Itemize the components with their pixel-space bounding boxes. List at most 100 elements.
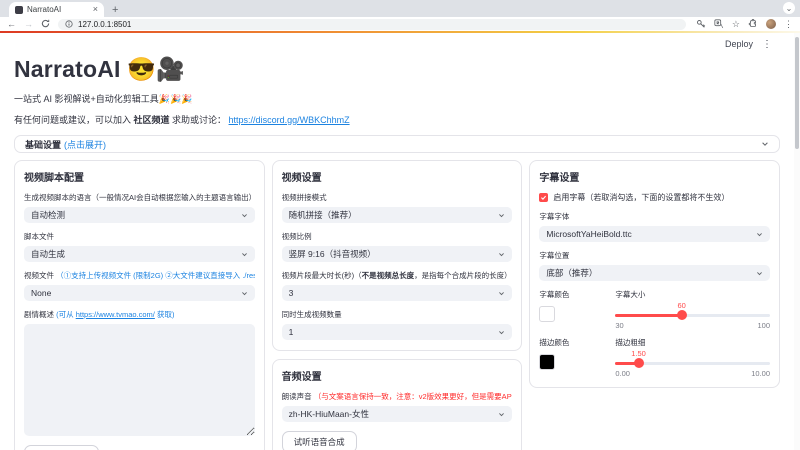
voice-select[interactable]: zh-HK-HiuMaan-女性 xyxy=(282,406,513,422)
language-value: 自动检测 xyxy=(31,209,65,221)
address-bar[interactable]: 127.0.0.1:8501 xyxy=(58,19,686,30)
streamlit-header: Deploy ⋮ xyxy=(14,37,786,51)
subtitle-font-value: MicrosoftYaHeiBold.ttc xyxy=(546,229,631,239)
subtitle-size-slider[interactable]: 60 30 100 xyxy=(615,301,770,329)
stroke-color-label: 描边颜色 xyxy=(539,337,603,348)
discord-link[interactable]: https://discord.gg/WBKChhmZ xyxy=(229,115,350,125)
voice-label: 朗读声音 （与文案语言保持一致，注意：v2版效果更好，但是需要API KEY） xyxy=(282,391,513,402)
url-text[interactable]: 127.0.0.1:8501 xyxy=(78,20,131,29)
column-subtitle: 字幕设置 启用字幕（若取消勾选，下面的设置都将不生效） 字幕字体 Microso… xyxy=(529,160,780,388)
stroke-width-slider[interactable]: 1.50 0.00 10.00 xyxy=(615,349,770,377)
chevron-down-icon xyxy=(498,411,505,418)
clip-duration-select[interactable]: 3 xyxy=(282,285,513,301)
app-menu-icon[interactable]: ⋮ xyxy=(762,39,772,50)
column-script: 视频脚本配置 生成视频脚本的语言（一般情况AI会自动根据您输入的主题语言输出） … xyxy=(14,160,265,450)
clip-duration-value: 3 xyxy=(289,288,294,298)
plot-label: 剧情概述 (可从 https://www.tvmao.com/ 获取) xyxy=(24,309,255,320)
video-file-hint: （①支持上传视频文件 (限制2G) ②大文件建议直接导入 ./resource/… xyxy=(56,271,255,280)
chevron-down-icon xyxy=(498,290,505,297)
generate-script-button[interactable]: 生成视频脚本 xyxy=(24,445,99,450)
slider-range: 30 100 xyxy=(615,321,770,330)
forward-icon: → xyxy=(24,20,33,29)
slider-thumb[interactable] xyxy=(634,358,644,368)
slider-min: 30 xyxy=(615,321,623,330)
slider-thumb[interactable] xyxy=(677,310,687,320)
toolbar-actions: ☆ ⋮ xyxy=(696,19,793,29)
browser-toolbar: ← → 127.0.0.1:8501 ☆ ⋮ xyxy=(0,17,800,31)
panel-title: 视频设置 xyxy=(282,169,513,184)
plot-hint-suffix: 获取) xyxy=(155,310,175,319)
expander-title: 基础设置 xyxy=(25,138,61,151)
clip-label-prefix: 视频片段最大时长(秒)（ xyxy=(282,271,362,280)
password-key-icon[interactable] xyxy=(696,19,706,29)
video-file-label-text: 视频文件 xyxy=(24,271,56,280)
browser-tab[interactable]: NarratoAI × xyxy=(9,2,104,17)
plot-textarea[interactable] xyxy=(24,324,255,436)
enable-subtitle-checkbox[interactable] xyxy=(539,193,548,202)
subtitle-color-size-row: 字幕颜色 字幕大小 60 30 100 xyxy=(539,289,770,329)
back-icon[interactable]: ← xyxy=(7,20,16,29)
script-file-select[interactable]: 自动生成 xyxy=(24,246,255,262)
settings-columns: 视频脚本配置 生成视频脚本的语言（一般情况AI会自动根据您输入的主题语言输出） … xyxy=(14,160,780,450)
community-channel: 社区频道 xyxy=(134,115,170,125)
tab-close-icon[interactable]: × xyxy=(93,5,98,14)
subtitle-position-label: 字幕位置 xyxy=(539,250,770,261)
extensions-puzzle-icon[interactable] xyxy=(748,19,758,29)
subtitle-position-value: 底部（推荐） xyxy=(546,267,597,279)
chevron-down-icon xyxy=(241,251,248,258)
audio-settings-panel: 音频设置 朗读声音 （与文案语言保持一致，注意：v2版效果更好，但是需要API … xyxy=(272,359,523,450)
subtitle-size-label: 字幕大小 xyxy=(615,289,770,300)
stroke-width-label: 描边粗细 xyxy=(615,337,770,348)
chevron-down-icon xyxy=(756,270,763,277)
subtitle-settings-panel: 字幕设置 启用字幕（若取消勾选，下面的设置都将不生效） 字幕字体 Microso… xyxy=(529,160,780,388)
video-file-value: None xyxy=(31,288,51,298)
video-count-value: 1 xyxy=(289,327,294,337)
page-scrollbar[interactable] xyxy=(794,33,800,450)
subtitle-color-swatch[interactable] xyxy=(539,306,555,322)
clip-duration-label: 视频片段最大时长(秒)（不是视频总长度，是指每个合成片段的长度） xyxy=(282,270,513,281)
community-suffix: 求助或讨论： xyxy=(170,115,229,125)
subtitle-font-select[interactable]: MicrosoftYaHeiBold.ttc xyxy=(539,226,770,242)
aspect-ratio-select[interactable]: 竖屏 9:16（抖音视频） xyxy=(282,246,513,262)
chevron-down-icon xyxy=(761,140,769,148)
scrollbar-thumb[interactable] xyxy=(795,37,799,149)
subtitle-font-label: 字幕字体 xyxy=(539,211,770,222)
slider-value: 1.50 xyxy=(631,349,646,358)
tvmao-link[interactable]: https://www.tvmao.com/ xyxy=(76,310,155,319)
concat-mode-select[interactable]: 随机拼接（推荐） xyxy=(282,207,513,223)
translate-icon[interactable] xyxy=(714,19,724,29)
concat-mode-value: 随机拼接（推荐） xyxy=(289,209,357,221)
site-info-icon[interactable] xyxy=(65,20,73,28)
enable-subtitle-row: 启用字幕（若取消勾选，下面的设置都将不生效） xyxy=(539,192,770,203)
new-tab-button[interactable]: + xyxy=(112,5,118,16)
language-select[interactable]: 自动检测 xyxy=(24,207,255,223)
subtitle-position-select[interactable]: 底部（推荐） xyxy=(539,265,770,281)
reload-icon[interactable] xyxy=(41,19,50,30)
column-video-audio: 视频设置 视频拼接模式 随机拼接（推荐） 视频比例 竖屏 9:16（抖音视频） … xyxy=(272,160,523,450)
stroke-color-swatch[interactable] xyxy=(539,354,555,370)
browser-menu-icon[interactable]: ⋮ xyxy=(784,20,793,29)
chevron-down-icon xyxy=(498,329,505,336)
aspect-ratio-value: 竖屏 9:16（抖音视频） xyxy=(289,248,376,260)
slider-fill xyxy=(615,314,681,317)
plot-label-text: 剧情概述 xyxy=(24,310,56,319)
clip-label-suffix: ，是指每个合成片段的长度） xyxy=(414,271,512,280)
chevron-down-icon xyxy=(756,231,763,238)
video-count-select[interactable]: 1 xyxy=(282,324,513,340)
community-line: 有任何问题或建议，可以加入 社区频道 求助或讨论： https://discor… xyxy=(14,113,786,126)
panel-title: 字幕设置 xyxy=(539,169,770,184)
tab-search-icon[interactable]: ⌄ xyxy=(783,2,795,14)
basic-settings-expander[interactable]: 基础设置 (点击展开) xyxy=(14,135,780,153)
video-file-label: 视频文件 （①支持上传视频文件 (限制2G) ②大文件建议直接导入 ./reso… xyxy=(24,270,255,281)
slider-value: 60 xyxy=(677,301,685,310)
panel-title: 音频设置 xyxy=(282,368,513,383)
page-title: NarratoAI 😎🎥 xyxy=(14,56,786,83)
deploy-button[interactable]: Deploy xyxy=(725,39,753,49)
subtitle-color-label: 字幕颜色 xyxy=(539,289,603,300)
script-config-panel: 视频脚本配置 生成视频脚本的语言（一般情况AI会自动根据您输入的主题语言输出） … xyxy=(14,160,265,450)
video-settings-panel: 视频设置 视频拼接模式 随机拼接（推荐） 视频比例 竖屏 9:16（抖音视频） … xyxy=(272,160,523,351)
bookmark-star-icon[interactable]: ☆ xyxy=(732,20,740,29)
tts-preview-button[interactable]: 试听语音合成 xyxy=(282,431,357,450)
video-file-select[interactable]: None xyxy=(24,285,255,301)
profile-avatar[interactable] xyxy=(766,19,776,29)
